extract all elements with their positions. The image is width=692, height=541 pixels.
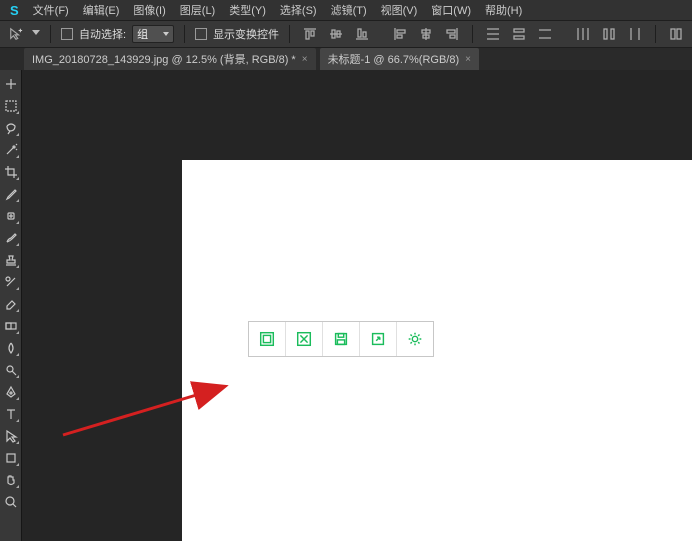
tool-eyedropper[interactable]	[1, 184, 21, 204]
tool-dodge[interactable]	[1, 360, 21, 380]
tool-blur[interactable]	[1, 338, 21, 358]
3d-mode-icon[interactable]	[666, 24, 686, 44]
separator	[472, 25, 473, 43]
auto-select-target-dropdown[interactable]: 组	[132, 25, 174, 43]
move-tool-icon[interactable]	[6, 24, 26, 44]
distribute-bottom-icon[interactable]	[535, 24, 555, 44]
distribute-left-icon[interactable]	[573, 24, 593, 44]
menu-image[interactable]: 图像(I)	[127, 0, 171, 20]
distribute-hcenter-icon[interactable]	[599, 24, 619, 44]
menu-edit[interactable]: 编辑(E)	[77, 0, 126, 20]
auto-select-checkbox[interactable]	[61, 28, 73, 40]
auto-select-label: 自动选择:	[79, 26, 126, 42]
document-tab-1[interactable]: IMG_20180728_143929.jpg @ 12.5% (背景, RGB…	[24, 48, 316, 70]
tool-heal[interactable]	[1, 206, 21, 226]
app-logo: S	[4, 3, 25, 18]
align-right-icon[interactable]	[442, 24, 462, 44]
close-icon[interactable]: ×	[302, 54, 308, 65]
tool-preset-dropdown-icon[interactable]	[32, 30, 40, 38]
align-left-icon[interactable]	[390, 24, 410, 44]
overlay-original-size-button[interactable]	[249, 322, 286, 356]
separator	[184, 25, 185, 43]
tool-plus[interactable]	[1, 74, 21, 94]
separator	[50, 25, 51, 43]
workspace	[0, 70, 692, 541]
distribute-right-icon[interactable]	[625, 24, 645, 44]
menu-type[interactable]: 类型(Y)	[223, 0, 272, 20]
menu-select[interactable]: 选择(S)	[274, 0, 323, 20]
separator	[289, 25, 290, 43]
auto-select-target-value: 组	[137, 26, 148, 42]
align-vcenter-icon[interactable]	[326, 24, 346, 44]
close-icon[interactable]: ×	[465, 54, 471, 65]
tool-pen[interactable]	[1, 382, 21, 402]
menubar: S 文件(F) 编辑(E) 图像(I) 图层(L) 类型(Y) 选择(S) 滤镜…	[0, 0, 692, 20]
tools-panel	[0, 70, 22, 541]
separator	[655, 25, 656, 43]
menu-file[interactable]: 文件(F)	[27, 0, 75, 20]
align-bottom-icon[interactable]	[352, 24, 372, 44]
show-transform-label: 显示变换控件	[213, 26, 279, 42]
options-toolbar: 自动选择: 组 显示变换控件	[0, 20, 692, 48]
menu-filter[interactable]: 滤镜(T)	[325, 0, 373, 20]
overlay-save-button[interactable]	[323, 322, 360, 356]
menu-window[interactable]: 窗口(W)	[425, 0, 477, 20]
align-hcenter-icon[interactable]	[416, 24, 436, 44]
overlay-fullscreen-button[interactable]	[286, 322, 323, 356]
tool-eraser[interactable]	[1, 294, 21, 314]
overlay-settings-button[interactable]	[397, 322, 433, 356]
tool-crop[interactable]	[1, 162, 21, 182]
overlay-share-button[interactable]	[360, 322, 397, 356]
menu-help[interactable]: 帮助(H)	[479, 0, 528, 20]
tool-history-brush[interactable]	[1, 272, 21, 292]
show-transform-checkbox[interactable]	[195, 28, 207, 40]
menu-view[interactable]: 视图(V)	[375, 0, 424, 20]
tab-1-label: IMG_20180728_143929.jpg @ 12.5% (背景, RGB…	[32, 51, 296, 67]
distribute-vcenter-icon[interactable]	[509, 24, 529, 44]
tool-marquee[interactable]	[1, 96, 21, 116]
tool-hand[interactable]	[1, 470, 21, 490]
tool-path-select[interactable]	[1, 426, 21, 446]
tool-type[interactable]	[1, 404, 21, 424]
menu-layer[interactable]: 图层(L)	[174, 0, 221, 20]
distribute-top-icon[interactable]	[483, 24, 503, 44]
chevron-down-icon	[163, 32, 169, 36]
tool-gradient[interactable]	[1, 316, 21, 336]
tool-shape[interactable]	[1, 448, 21, 468]
tool-wand[interactable]	[1, 140, 21, 160]
canvas-area[interactable]	[22, 70, 692, 541]
tab-2-label: 未标题-1 @ 66.7%(RGB/8)	[328, 51, 460, 67]
image-overlay-toolbar	[248, 321, 434, 357]
document-tab-2[interactable]: 未标题-1 @ 66.7%(RGB/8) ×	[320, 48, 479, 70]
document-tabbar: IMG_20180728_143929.jpg @ 12.5% (背景, RGB…	[0, 48, 692, 70]
tool-brush[interactable]	[1, 228, 21, 248]
tool-zoom[interactable]	[1, 492, 21, 512]
tool-stamp[interactable]	[1, 250, 21, 270]
align-top-icon[interactable]	[300, 24, 320, 44]
tool-lasso[interactable]	[1, 118, 21, 138]
